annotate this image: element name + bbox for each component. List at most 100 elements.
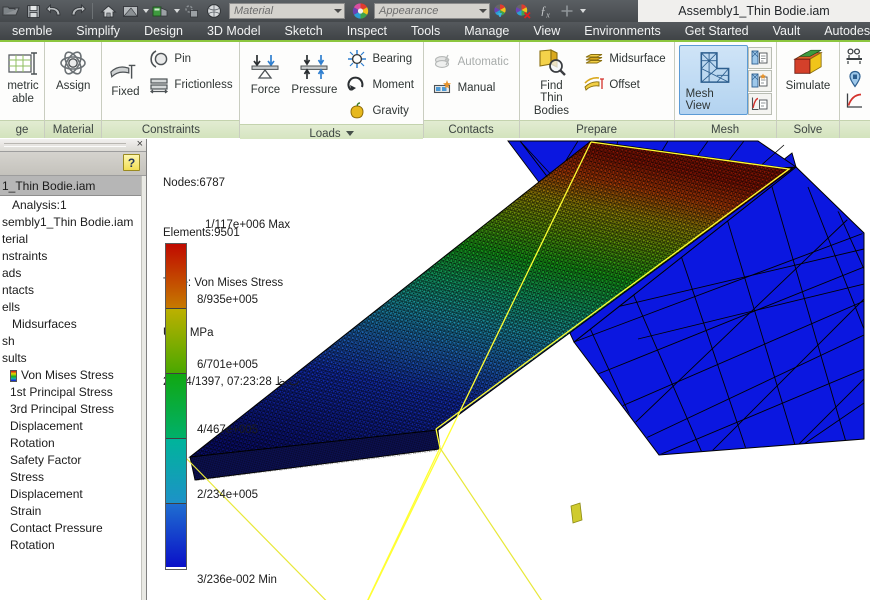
tree-item-midsurfaces[interactable]: Midsurfaces [0, 316, 146, 333]
panel-body-solve: Simulate [776, 42, 840, 120]
pressure-load-button[interactable]: Pressure [286, 45, 342, 96]
simulate-label: Simulate [785, 80, 831, 92]
select-icon[interactable] [150, 1, 172, 21]
chevron-down-icon[interactable] [345, 131, 354, 137]
component-visibility-icon-svg [185, 4, 198, 17]
update-icon[interactable] [119, 1, 141, 21]
tree-item-results[interactable]: sults [0, 350, 146, 367]
tree-item-constraints[interactable]: nstraints [0, 248, 146, 265]
bearing-load-button[interactable]: Bearing [342, 46, 418, 72]
tree-item-shells[interactable]: ells [0, 299, 146, 316]
offset-button[interactable]: Offset [579, 72, 669, 98]
find-thin-bodies-button[interactable]: Find Thin Bodies [524, 45, 580, 117]
tree-item-contact-pressure[interactable]: Contact Pressure [0, 520, 146, 537]
redo-icon[interactable] [66, 1, 88, 21]
browser-document-node[interactable]: 1_Thin Bodie.iam [0, 176, 146, 196]
tree-item-rotation-1[interactable]: Rotation [0, 435, 146, 452]
qat-overflow-icon[interactable] [578, 1, 587, 21]
legend-max-label: 1/117e+006 Max [205, 219, 291, 231]
tree-item-safety-factor[interactable]: Safety Factor [0, 452, 146, 469]
mesh-view-label: Mesh View [685, 88, 714, 112]
update-dropdown-icon[interactable] [141, 1, 150, 21]
frictionless-constraint-button[interactable]: Frictionless [144, 72, 236, 98]
tab-sketch[interactable]: Sketch [272, 21, 334, 41]
result-legend-icon [10, 369, 17, 382]
add-icon[interactable] [556, 1, 578, 21]
assign-material-button[interactable]: Assign [51, 45, 96, 92]
color-wheel-icon[interactable] [349, 1, 371, 21]
tree-item-loads[interactable]: ads [0, 265, 146, 282]
tree-item-assembly[interactable]: sembly1_Thin Bodie.iam [0, 214, 146, 231]
convergence-plot-button[interactable] [845, 92, 864, 110]
convergence-settings-button[interactable] [747, 93, 772, 115]
component-visibility-icon[interactable] [181, 1, 203, 21]
tab-manage[interactable]: Manage [452, 21, 521, 41]
manual-contact-button[interactable]: Manual [428, 75, 513, 101]
tab-view[interactable]: View [521, 21, 572, 41]
simulate-button[interactable]: Simulate [781, 45, 836, 92]
tab-tools[interactable]: Tools [399, 21, 452, 41]
tree-item-contacts[interactable]: ntacts [0, 282, 146, 299]
tab-autodesk-a360[interactable]: Autodesk A360 [812, 21, 870, 41]
graphics-viewport[interactable]: Nodes:6787 Elements:9501 Type: Von Mises… [148, 139, 870, 600]
open-icon[interactable] [0, 1, 22, 21]
tree-item-displacement-2[interactable]: Displacement [0, 486, 146, 503]
appearance-clear-icon[interactable] [512, 1, 534, 21]
tree-item-label: ells [2, 300, 21, 314]
fixed-constraint-button[interactable]: Fixed [106, 45, 144, 98]
tree-item-analysis[interactable]: Analysis:1 [0, 197, 146, 214]
tree-item-material[interactable]: terial [0, 231, 146, 248]
offset-label: Offset [609, 79, 640, 91]
tab-inspect[interactable]: Inspect [335, 21, 399, 41]
tree-item-von-mises-stress[interactable]: Von Mises Stress [0, 367, 146, 384]
gravity-load-button[interactable]: Gravity [342, 98, 418, 124]
tab-assemble[interactable]: semble [0, 21, 64, 41]
pin-constraint-button[interactable]: Pin [144, 46, 236, 72]
parametric-table-button[interactable]: metric able [4, 45, 42, 105]
save-icon[interactable] [22, 1, 44, 21]
tab-simplify[interactable]: Simplify [64, 21, 132, 41]
tab-environments[interactable]: Environments [572, 21, 672, 41]
tree-item-mesh[interactable]: sh [0, 333, 146, 350]
midsurface-button[interactable]: Midsurface [579, 46, 669, 72]
tab-3d-model[interactable]: 3D Model [195, 21, 273, 41]
tree-item-stress[interactable]: Stress [0, 469, 146, 486]
tree-item-strain[interactable]: Strain [0, 503, 146, 520]
return-home-icon[interactable] [97, 1, 119, 21]
mesh-settings-button[interactable] [747, 47, 772, 69]
tab-get-started[interactable]: Get Started [673, 21, 761, 41]
appearance-combo[interactable]: Appearance [374, 3, 490, 19]
mesh-view-settings-button[interactable] [747, 70, 772, 92]
browser-titlebar[interactable]: × [0, 138, 146, 152]
close-icon[interactable]: × [137, 138, 143, 151]
probe-marker[interactable] [570, 502, 583, 524]
force-load-button[interactable]: Force [244, 45, 286, 96]
chevron-down-icon [334, 9, 342, 13]
select-dropdown-icon[interactable] [172, 1, 181, 21]
tab-vault[interactable]: Vault [761, 21, 813, 41]
material-sphere-icon[interactable] [203, 1, 225, 21]
animate-results-button[interactable] [845, 48, 864, 66]
tab-design[interactable]: Design [132, 21, 195, 41]
tree-item-1st-principal-stress[interactable]: 1st Principal Stress [0, 384, 146, 401]
undo-icon[interactable] [44, 1, 66, 21]
tree-item-label: Stress [10, 470, 45, 484]
tree-item-displacement-1[interactable]: Displacement [0, 418, 146, 435]
mesh-view-icon [700, 52, 730, 83]
browser-scrollbar[interactable] [141, 176, 146, 600]
mesh-view-button[interactable]: Mesh View [678, 45, 748, 115]
tree-item-3rd-principal-stress[interactable]: 3rd Principal Stress [0, 401, 146, 418]
appearance-apply-icon[interactable] [490, 1, 512, 21]
material-combo[interactable]: Material [229, 3, 345, 19]
assign-material-icon [60, 51, 87, 75]
automatic-contact-button[interactable]: Automatic [428, 49, 513, 75]
browser-drag-grip[interactable] [4, 143, 126, 147]
appearance-apply-icon-svg [494, 4, 506, 17]
automatic-contact-label: Automatic [457, 56, 509, 68]
fx-icon[interactable]: ƒx [534, 1, 556, 21]
moment-load-button[interactable]: Moment [342, 72, 418, 98]
frictionless-constraint-label: Frictionless [174, 79, 233, 91]
tree-item-rotation-2[interactable]: Rotation [0, 537, 146, 554]
probe-button[interactable] [846, 70, 864, 88]
help-icon[interactable]: ? [123, 154, 140, 171]
